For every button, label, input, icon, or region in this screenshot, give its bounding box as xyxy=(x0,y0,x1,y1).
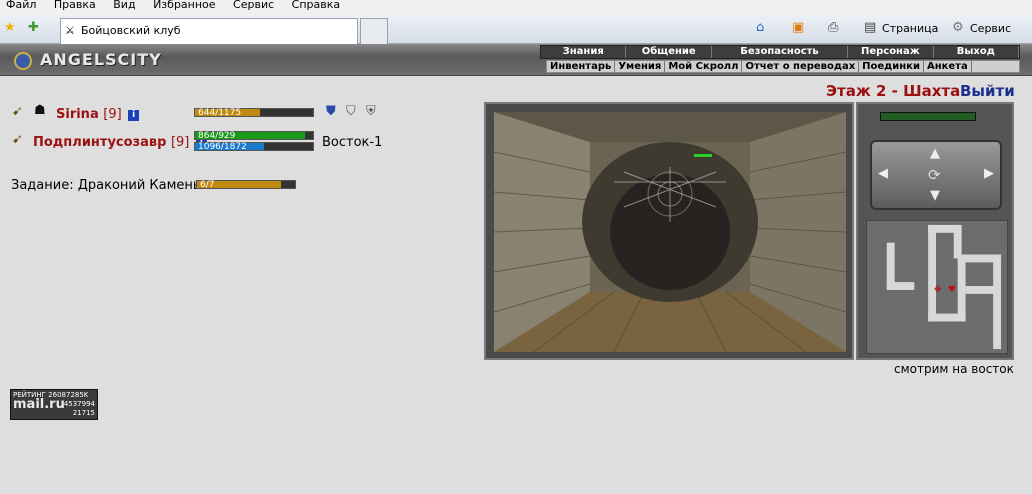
menu-file[interactable]: Файл xyxy=(6,0,36,10)
turn-left-arrow-icon[interactable]: ◀ xyxy=(878,166,888,181)
party-hp-bar xyxy=(880,112,976,121)
dungeon-control-panel: ▲ ◀ ▶ ⟳ ▼ ✥ ♥ xyxy=(856,102,1014,360)
movement-controls: ▲ ◀ ▶ ⟳ ▼ xyxy=(870,140,1002,210)
site-header: ANGELSCITY Знания Общение Безопасность П… xyxy=(0,44,1032,76)
quest-progress-bar: 6/7 xyxy=(196,180,296,190)
city-emblem-icon xyxy=(14,52,32,70)
player-podplintusozavr: Подплинтусозавр [9] i xyxy=(33,135,207,150)
quest-progress: 6/7 xyxy=(200,180,215,190)
browser-tab[interactable]: ⚔ Бойцовский клуб xyxy=(60,18,358,44)
browser-menu-bar: Файл Правка Вид Избранное Сервис Справка xyxy=(0,0,1032,14)
rating-value-2: 4537994 xyxy=(63,400,95,408)
move-forward-arrow-icon[interactable]: ▲ xyxy=(930,146,940,161)
mailru-logo: mail.ru xyxy=(13,397,65,412)
rank-badge-icon[interactable]: ⛉ xyxy=(346,104,356,119)
heart-marker-icon: ♥ xyxy=(948,285,956,295)
mana-bar-podplintusozavr: 1096/1872 xyxy=(194,142,314,152)
favorites-star-icon[interactable]: ★ xyxy=(4,20,16,35)
menu-tools[interactable]: Сервис xyxy=(233,0,274,10)
player-sirina: Sirina [9] i xyxy=(56,107,140,122)
nav-profile[interactable]: Анкета xyxy=(924,61,972,72)
nav-skills[interactable]: Умения xyxy=(615,61,666,72)
hp-value: 644/1175 xyxy=(198,108,242,118)
nav-knowledge[interactable]: Знания xyxy=(541,46,627,58)
nav-transfer-report[interactable]: Отчет о переводах xyxy=(742,61,860,72)
nav-character[interactable]: Персонаж xyxy=(848,46,934,58)
nav-inventory[interactable]: Инвентарь xyxy=(547,61,616,72)
service-menu-button[interactable]: Сервис xyxy=(970,22,1011,35)
dungeon-corridor-image[interactable] xyxy=(494,112,846,352)
exit-dungeon-link[interactable]: Выйти xyxy=(960,82,1015,100)
hp-value: 864/929 xyxy=(198,131,236,141)
hp-bar-sirina: 644/1175 xyxy=(194,108,314,118)
main-nav: Знания Общение Безопасность Персонаж Вых… xyxy=(540,45,1020,59)
player-marker-icon: ✥ xyxy=(934,285,942,295)
menu-help[interactable]: Справка xyxy=(292,0,340,10)
gear-icon: ⚙ xyxy=(952,20,964,35)
nav-exit[interactable]: Выход xyxy=(934,46,1020,58)
rss-feed-icon[interactable]: ▣ xyxy=(792,20,804,35)
nav-communication[interactable]: Общение xyxy=(626,46,712,58)
dungeon-minimap: ✥ ♥ xyxy=(866,220,1008,354)
floor-title: Этаж 2 - Шахта xyxy=(826,82,961,100)
dungeon-view xyxy=(484,102,854,360)
player-level: [9] xyxy=(103,107,122,122)
clan-shield-icon[interactable]: ⛊ xyxy=(326,104,336,119)
player-level: [9] xyxy=(170,135,190,150)
menu-view[interactable]: Вид xyxy=(113,0,135,10)
swords-icon: ⚔ xyxy=(65,24,75,37)
player-location: Восток-1 xyxy=(322,135,383,150)
add-favorites-icon[interactable]: ✚ xyxy=(28,20,39,35)
incognito-icon: ☗ xyxy=(34,103,46,118)
hp-bar-podplintusozavr: 864/929 xyxy=(194,131,314,141)
info-icon[interactable]: i xyxy=(128,110,140,121)
page-menu-button[interactable]: Страница xyxy=(882,22,938,35)
turn-right-arrow-icon[interactable]: ▶ xyxy=(984,166,994,181)
browser-toolbar: ★ ✚ ⚔ Бойцовский клуб ⌂ ▣ ⎙ ▤ Страница ⚙… xyxy=(0,14,1032,44)
player-name[interactable]: Sirina xyxy=(56,107,99,122)
mailru-rating-counter[interactable]: РЕЙТИНГ 26087285K mail.ru 4537994 21715 xyxy=(10,389,98,420)
sub-nav: Инвентарь Умения Мой Скролл Отчет о пере… xyxy=(546,60,1020,73)
game-page: ANGELSCITY Знания Общение Безопасность П… xyxy=(0,44,1032,494)
target-arrow-icon[interactable]: ➹ xyxy=(12,132,23,147)
refresh-icon[interactable]: ⟳ xyxy=(928,166,941,184)
facing-direction: смотрим на восток xyxy=(894,362,1014,376)
print-icon[interactable]: ⎙ xyxy=(828,20,838,35)
mana-value: 1096/1872 xyxy=(198,142,247,152)
page-icon: ▤ xyxy=(864,20,877,35)
rating-value-3: 21715 xyxy=(72,409,95,417)
nav-security[interactable]: Безопасность xyxy=(712,46,849,58)
target-arrow-icon[interactable]: ➹ xyxy=(12,104,23,119)
menu-edit[interactable]: Правка xyxy=(54,0,96,10)
tab-title: Бойцовский клуб xyxy=(81,24,181,37)
nav-my-scroll[interactable]: Мой Скролл xyxy=(665,61,743,72)
quest-label: Задание: Драконий Камень xyxy=(11,178,201,193)
site-logo[interactable]: ANGELSCITY xyxy=(40,50,162,69)
nav-duels[interactable]: Поединки xyxy=(859,61,924,72)
new-tab-button[interactable] xyxy=(360,18,388,44)
move-back-arrow-icon[interactable]: ▼ xyxy=(930,188,940,203)
align-badge-icon[interactable]: ⛨ xyxy=(366,104,376,119)
menu-favorites[interactable]: Избранное xyxy=(153,0,215,10)
home-icon[interactable]: ⌂ xyxy=(756,20,764,35)
player-name[interactable]: Подплинтусозавр xyxy=(33,135,166,150)
